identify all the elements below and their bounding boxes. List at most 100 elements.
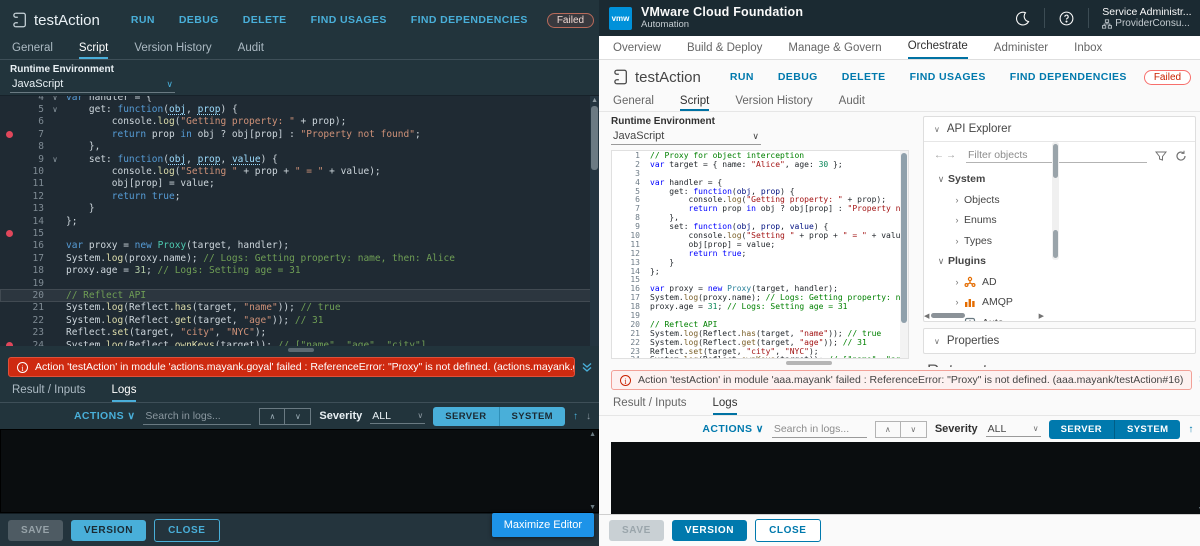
code-line[interactable]: 20// Reflect API — [612, 320, 908, 329]
code-line[interactable]: 11 obj[prop] = value; — [612, 240, 908, 249]
breakpoint-dot[interactable] — [6, 230, 13, 237]
fold-chevron-icon[interactable]: ∨ — [44, 155, 66, 164]
dark-mode-moon-icon[interactable] — [1014, 10, 1031, 27]
tab-audit[interactable]: Audit — [238, 42, 264, 59]
runtime-select[interactable]: JavaScript ∨ — [611, 130, 761, 145]
code-line[interactable]: 8 }, — [0, 141, 599, 153]
tree-vertical-scrollbar[interactable] — [1052, 142, 1059, 260]
editor-vertical-scrollbar[interactable]: ▲ — [590, 96, 599, 346]
save-button[interactable]: SAVE — [609, 520, 664, 541]
code-line[interactable]: 8 }, — [612, 213, 908, 222]
server-toggle[interactable]: SERVER — [433, 407, 498, 426]
code-line[interactable]: 12 return true; — [612, 249, 908, 258]
code-line[interactable]: 16var proxy = new Proxy(target, handler)… — [0, 240, 599, 252]
find-dependencies-button[interactable]: FIND DEPENDENCIES — [411, 14, 528, 26]
version-button[interactable]: VERSION — [71, 520, 146, 541]
tab-version-history[interactable]: Version History — [134, 42, 211, 59]
filter-icon[interactable] — [1155, 150, 1167, 162]
search-input[interactable] — [143, 408, 251, 425]
fold-chevron-icon[interactable]: ∨ — [44, 105, 66, 114]
prev-match-button[interactable]: ∧ — [259, 408, 285, 425]
code-line[interactable]: 15 — [0, 227, 599, 239]
search-input[interactable] — [772, 421, 867, 438]
system-toggle[interactable]: SYSTEM — [499, 407, 565, 426]
editor-vertical-scrollbar[interactable] — [900, 151, 908, 358]
code-line[interactable]: 18proxy.age = 31; // Logs: Setting age =… — [0, 264, 599, 276]
scroll-up-icon[interactable]: ▲ — [589, 431, 596, 438]
run-button[interactable]: RUN — [131, 14, 155, 26]
code-line[interactable]: 18proxy.age = 31; // Logs: Setting age =… — [612, 302, 908, 311]
tree-item-types[interactable]: ›Types — [934, 231, 1187, 252]
find-dependencies-button[interactable]: FIND DEPENDENCIES — [1010, 71, 1127, 83]
scroll-down-icon[interactable]: ▼ — [589, 504, 596, 511]
tab-version-history[interactable]: Version History — [735, 95, 812, 111]
code-line[interactable]: 5 get: function(obj, prop) { — [612, 187, 908, 196]
sort-desc-icon[interactable]: ↓ — [586, 411, 591, 422]
history-back-forward-icons[interactable]: ←→ — [934, 150, 958, 161]
save-button[interactable]: SAVE — [8, 520, 63, 541]
tab-general[interactable]: General — [12, 42, 53, 59]
code-line[interactable]: 7 return prop in obj ? obj[prop] : "Prop… — [0, 128, 599, 140]
code-line[interactable]: 1// Proxy for object interception — [612, 151, 908, 160]
code-line[interactable]: 21System.log(Reflect.has(target, "name")… — [612, 329, 908, 338]
tab-result-inputs[interactable]: Result / Inputs — [613, 397, 687, 415]
severity-select[interactable]: ALL∨ — [986, 422, 1041, 437]
breakpoint-dot[interactable] — [6, 131, 13, 138]
code-line[interactable]: 2var target = { name: "Alice", age: 30 }… — [612, 160, 908, 169]
api-explorer-header[interactable]: ∨ API Explorer — [924, 117, 1195, 141]
next-match-button[interactable]: ∨ — [901, 421, 927, 438]
tab-script[interactable]: Script — [79, 42, 108, 59]
nav-overview[interactable]: Overview — [613, 42, 661, 59]
sort-asc-icon[interactable]: ↑ — [573, 411, 578, 422]
tree-item-amqp[interactable]: ›AMQP — [934, 292, 1187, 313]
code-line[interactable]: 17System.log(proxy.name); // Logs: Getti… — [612, 293, 908, 302]
debug-button[interactable]: DEBUG — [179, 14, 219, 26]
vmware-logo[interactable]: vmw — [609, 7, 632, 30]
version-button[interactable]: VERSION — [672, 520, 747, 541]
code-line[interactable]: 12 return true; — [0, 190, 599, 202]
code-line[interactable]: 21System.log(Reflect.has(target, "name")… — [0, 302, 599, 314]
code-line[interactable]: 20// Reflect API — [0, 289, 599, 301]
log-output[interactable]: ▼ — [611, 442, 1200, 514]
code-line[interactable]: 11 obj[prop] = value; — [0, 178, 599, 190]
code-line[interactable]: 9 set: function(obj, prop, value) { — [612, 222, 908, 231]
collapse-double-chevron-icon[interactable] — [581, 361, 593, 373]
tree-horizontal-scrollbar[interactable]: ◀▶ — [924, 312, 1044, 319]
code-line[interactable]: 9∨ set: function(obj, prop, value) { — [0, 153, 599, 165]
tree-item-ad[interactable]: ›AD — [934, 272, 1187, 293]
code-line[interactable]: 19 — [0, 277, 599, 289]
code-line[interactable]: 10 console.log("Setting " + prop + " = "… — [612, 231, 908, 240]
sort-asc-icon[interactable]: ↑ — [1188, 424, 1193, 435]
nav-manage-govern[interactable]: Manage & Govern — [788, 42, 881, 59]
editor-horizontal-scrollbar[interactable] — [611, 359, 909, 367]
nav-orchestrate[interactable]: Orchestrate — [908, 40, 968, 59]
code-line[interactable]: 13 } — [612, 258, 908, 267]
tree-item-system[interactable]: ∨System — [934, 169, 1187, 190]
maximize-editor-button[interactable]: Maximize Editor — [492, 513, 594, 537]
delete-button[interactable]: DELETE — [842, 71, 886, 83]
scroll-up-icon[interactable]: ▲ — [591, 97, 598, 104]
nav-administer[interactable]: Administer — [994, 42, 1048, 59]
code-line[interactable]: 5∨ get: function(obj, prop) { — [0, 103, 599, 115]
actions-dropdown[interactable]: ACTIONS ∨ — [702, 423, 763, 435]
code-line[interactable]: 23Reflect.set(target, "city", "NYC"); — [612, 347, 908, 356]
code-line[interactable]: 7 return prop in obj ? obj[prop] : "Prop… — [612, 204, 908, 213]
find-usages-button[interactable]: FIND USAGES — [311, 14, 387, 26]
tab-result-inputs[interactable]: Result / Inputs — [12, 384, 86, 402]
code-line[interactable]: 15 — [612, 275, 908, 284]
code-line[interactable]: 10 console.log("Setting " + prop + " = "… — [0, 165, 599, 177]
close-button[interactable]: CLOSE — [755, 519, 820, 542]
code-line[interactable]: 4∨var handler = { — [0, 95, 599, 103]
code-line[interactable]: 22System.log(Reflect.get(target, "age"))… — [0, 314, 599, 326]
code-line[interactable]: 6 console.log("Getting property: " + pro… — [612, 195, 908, 204]
code-line[interactable]: 14}; — [612, 267, 908, 276]
code-line[interactable]: 6 console.log("Getting property: " + pro… — [0, 116, 599, 128]
tab-logs[interactable]: Logs — [713, 397, 738, 415]
nav-inbox[interactable]: Inbox — [1074, 42, 1102, 59]
code-line[interactable]: 23Reflect.set(target, "city", "NYC"); — [0, 326, 599, 338]
code-line[interactable]: 14}; — [0, 215, 599, 227]
next-match-button[interactable]: ∨ — [285, 408, 311, 425]
code-line[interactable]: 16var proxy = new Proxy(target, handler)… — [612, 284, 908, 293]
run-button[interactable]: RUN — [730, 71, 754, 83]
log-output[interactable]: ▲ ▼ — [0, 429, 599, 513]
